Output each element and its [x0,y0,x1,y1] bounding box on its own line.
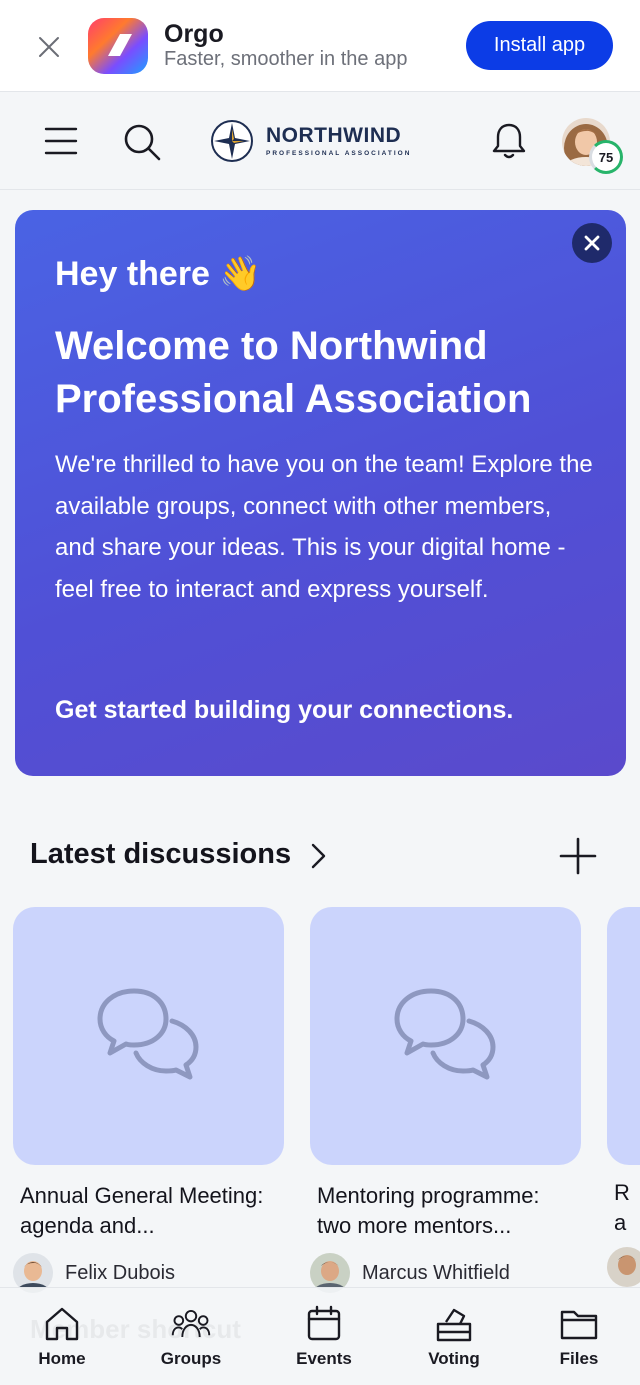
home-icon [42,1304,82,1344]
discussion-card[interactable]: Mentoring programme: two more mentors...… [310,907,582,1293]
welcome-card: Hey there 👋 Welcome to Northwind Profess… [15,210,626,776]
welcome-body: We're thrilled to have you on the team! … [55,451,593,603]
profile-score-badge: 75 [589,140,623,174]
discussion-title-peek[interactable]: a [614,1210,626,1236]
welcome-greeting: Hey there 👋 [55,255,262,293]
discussion-thumbnail-peek[interactable] [607,907,640,1165]
tab-files[interactable]: Files [529,1304,629,1376]
bottom-navigation: Member shortcut Home Groups Events Votin… [0,1287,640,1385]
app-name: Orgo [164,20,224,48]
tab-label: Voting [428,1349,480,1368]
author-name: Marcus Whitfield [362,1261,510,1284]
compass-logo-icon [211,120,253,162]
section-title[interactable]: Latest discussions [30,838,291,871]
close-icon[interactable] [572,223,612,263]
tab-label: Home [38,1349,86,1368]
groups-icon [171,1304,211,1344]
discussion-title[interactable]: Mentoring programme: two more mentors... [317,1181,579,1241]
app-tagline: Faster, smoother in the app [164,48,408,70]
top-navigation: NORTHWIND PROFESSIONAL ASSOCIATION [0,92,640,190]
profile-avatar[interactable]: 75 [562,118,624,178]
tab-voting[interactable]: Voting [404,1304,504,1376]
close-icon[interactable] [30,28,68,66]
brand-logo[interactable]: NORTHWIND PROFESSIONAL ASSOCIATION [210,118,411,164]
chevron-right-icon[interactable] [306,842,330,870]
search-icon[interactable] [120,120,164,164]
brand-name: NORTHWIND [266,124,402,147]
orgo-logo-icon [86,16,150,76]
tab-label: Files [559,1349,599,1368]
welcome-title: Welcome to Northwind Professional Associ… [55,324,532,421]
calendar-icon [304,1304,344,1344]
chat-bubbles-icon [97,988,198,1080]
tab-groups[interactable]: Groups [141,1304,241,1376]
ballot-box-icon [434,1304,474,1344]
menu-icon[interactable] [40,122,82,160]
discussion-title[interactable]: Annual General Meeting: agenda and... [20,1181,282,1241]
folder-icon [559,1304,599,1344]
tab-label: Events [296,1349,352,1368]
discussion-title-peek[interactable]: R [614,1180,630,1206]
discussion-thumbnail[interactable] [310,907,581,1165]
install-app-button[interactable]: Install app [466,21,613,70]
avatar [607,1247,640,1287]
brand-subtitle: PROFESSIONAL ASSOCIATION [266,150,412,157]
welcome-cta: Get started building your connections. [55,696,514,724]
discussion-thumbnail[interactable] [13,907,284,1165]
tab-events[interactable]: Events [274,1304,374,1376]
tab-label: Groups [160,1349,222,1368]
bell-icon[interactable] [488,120,530,162]
tab-home[interactable]: Home [12,1304,112,1376]
discussion-card[interactable]: Annual General Meeting: agenda and... Fe… [13,907,285,1293]
chat-bubbles-icon [394,988,495,1080]
add-discussion-icon[interactable] [558,836,598,876]
author-name: Felix Dubois [65,1261,176,1284]
app-install-banner: Orgo Faster, smoother in the app Install… [0,0,640,92]
latest-discussions-header: Latest discussions [30,832,610,878]
